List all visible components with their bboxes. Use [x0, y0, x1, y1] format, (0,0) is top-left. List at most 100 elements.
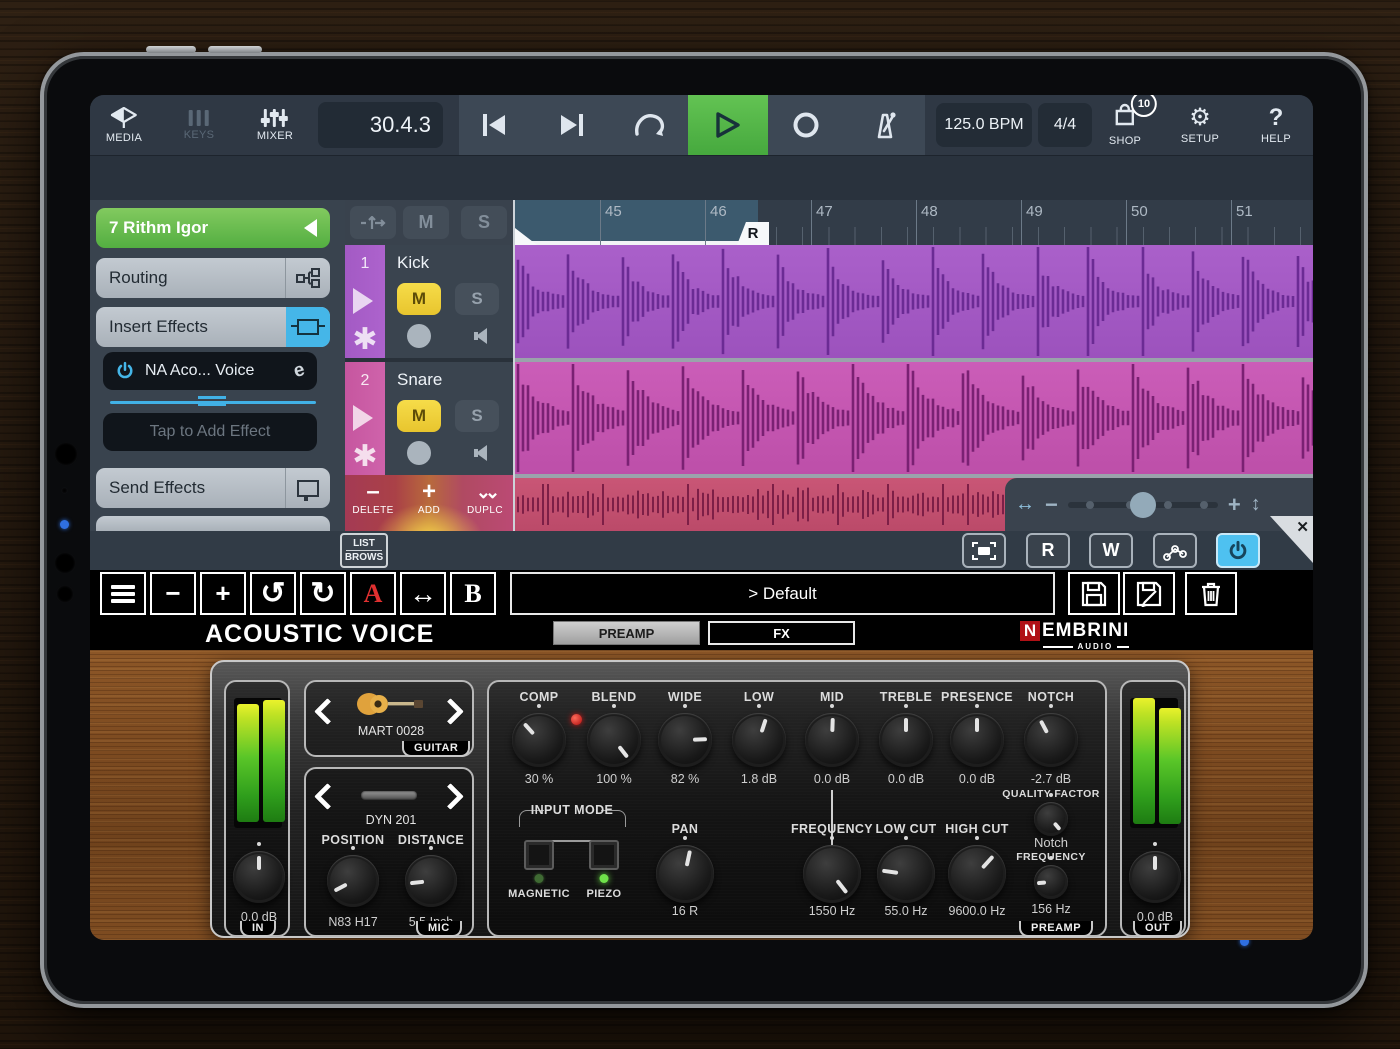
kick-audio-clip[interactable]	[515, 245, 1313, 358]
send-effects-button[interactable]: Send Effects	[96, 468, 330, 508]
preset-next-button[interactable]: +	[200, 572, 246, 615]
notch-quality-knob[interactable]	[1034, 793, 1068, 836]
guitar-prev-button[interactable]	[314, 698, 341, 726]
plugin-menu-button[interactable]	[100, 572, 146, 615]
chevron-right-icon	[437, 783, 464, 810]
blend-knob[interactable]	[587, 704, 641, 767]
master-solo-button[interactable]: S	[461, 206, 507, 239]
mix-slider-handle[interactable]	[198, 396, 226, 399]
delete-track-button[interactable]: – DELETE	[345, 479, 401, 517]
master-mute-button[interactable]: M	[403, 206, 449, 239]
record-circle-icon	[407, 441, 431, 465]
wide-knob[interactable]	[658, 704, 712, 767]
next-section-button[interactable]	[96, 516, 330, 531]
track-play-button[interactable]	[345, 282, 385, 320]
keys-button[interactable]: KEYS	[184, 95, 215, 155]
record-button[interactable]	[792, 95, 820, 155]
zoom-in-button[interactable]: +	[1228, 492, 1241, 518]
monitor-button[interactable]	[455, 437, 499, 469]
automation-curve-button[interactable]	[1153, 533, 1197, 568]
mic-distance-knob[interactable]	[405, 846, 457, 907]
track-play-button[interactable]	[345, 399, 385, 437]
notch-frequency-knob[interactable]	[1034, 856, 1068, 899]
insert-effects-button[interactable]: Insert Effects	[96, 307, 330, 347]
bpm-display[interactable]: 125.0 BPM	[936, 103, 1032, 147]
tab-fx[interactable]: FX	[708, 621, 855, 645]
list-browser-toggle[interactable]: LIST BROWS	[340, 533, 388, 568]
play-icon	[353, 288, 386, 314]
media-button[interactable]: MEDIA	[106, 95, 142, 155]
mid-frequency-knob[interactable]	[803, 836, 861, 903]
save-preset-button[interactable]	[1068, 572, 1120, 615]
guitar-next-button[interactable]	[437, 698, 464, 726]
pan-knob[interactable]	[656, 836, 714, 903]
tab-preamp[interactable]: PREAMP	[553, 621, 700, 645]
timeline-ruler[interactable]: R 45 46 47 48 49 50 51	[515, 200, 1313, 245]
record-arm-button[interactable]	[397, 437, 441, 469]
auto-scroll-button[interactable]	[350, 206, 396, 239]
shop-button[interactable]: 10 SHOP	[1109, 95, 1157, 155]
save-as-preset-button[interactable]	[1123, 572, 1175, 615]
solo-button[interactable]: S	[455, 283, 499, 315]
loop-button[interactable]	[633, 95, 667, 155]
forward-button[interactable]	[557, 95, 587, 155]
ab-swap-button[interactable]: ↔	[400, 572, 446, 615]
presence-knob[interactable]	[950, 704, 1004, 767]
time-display[interactable]: 30.4.3	[318, 102, 443, 148]
mute-button[interactable]: M	[397, 400, 441, 432]
time-signature-display[interactable]: 4/4	[1038, 103, 1092, 147]
comp-knob[interactable]	[512, 704, 566, 767]
effect-power-button[interactable]	[1216, 533, 1260, 568]
track-freeze-button[interactable]: ✱	[345, 437, 385, 475]
plugin-face: 0.0 dB IN MART 0028 GUITAR DYN 201 POSIT…	[210, 660, 1190, 938]
compare-a-button[interactable]: A	[350, 572, 396, 615]
mic-next-button[interactable]	[437, 783, 464, 811]
mic-prev-button[interactable]	[314, 783, 341, 811]
add-track-button[interactable]: + ADD	[401, 479, 457, 517]
effect-slot[interactable]: NA Aco... Voice e	[103, 352, 317, 390]
add-effect-button[interactable]: Tap to Add Effect	[103, 413, 317, 451]
plugin-redo-button[interactable]: ↻	[300, 572, 346, 615]
output-gain-knob[interactable]	[1129, 842, 1181, 903]
mixer-button[interactable]: MIXER	[257, 95, 293, 155]
record-arm-button[interactable]	[397, 320, 441, 352]
high-cut-knob[interactable]	[948, 836, 1006, 903]
track-select-button[interactable]: 7 Rithm Igor	[96, 208, 330, 248]
input-gain-knob[interactable]	[233, 842, 285, 903]
play-button[interactable]	[688, 95, 768, 155]
delete-preset-button[interactable]	[1185, 572, 1237, 615]
mid-knob[interactable]	[805, 704, 859, 767]
zoom-slider-handle[interactable]	[1129, 491, 1156, 518]
mute-button[interactable]: M	[397, 283, 441, 315]
plugin-undo-button[interactable]: ↺	[250, 572, 296, 615]
magnetic-input-button[interactable]	[524, 840, 554, 870]
treble-knob[interactable]	[879, 704, 933, 767]
low-cut-knob[interactable]	[877, 836, 935, 903]
fit-view-button[interactable]	[962, 533, 1006, 568]
preset-display[interactable]: > Default	[510, 572, 1055, 615]
snare-audio-clip[interactable]	[515, 362, 1313, 474]
mic-position-knob[interactable]	[327, 846, 379, 907]
follow-icon	[361, 215, 386, 229]
monitor-button[interactable]	[455, 320, 499, 352]
notch-knob[interactable]	[1024, 704, 1078, 767]
preset-prev-button[interactable]: −	[150, 572, 196, 615]
zoom-out-button[interactable]: −	[1045, 492, 1058, 518]
duplicate-track-button[interactable]: ⌄⌄ DUPLC	[457, 479, 513, 516]
low-knob[interactable]	[732, 704, 786, 767]
help-button[interactable]: ? HELP	[1261, 95, 1291, 155]
rewind-button[interactable]	[479, 95, 509, 155]
metronome-button[interactable]	[869, 95, 899, 155]
compare-b-button[interactable]: B	[450, 572, 496, 615]
solo-button[interactable]: S	[455, 400, 499, 432]
routing-button[interactable]: Routing	[96, 258, 330, 298]
automation-read-button[interactable]: R	[1026, 533, 1070, 568]
track-freeze-button[interactable]: ✱	[345, 320, 385, 358]
zoom-slider[interactable]	[1067, 491, 1218, 518]
plugin-toolbar: − + ↺ ↻ A ↔ B > Default	[90, 570, 1313, 618]
automation-write-button[interactable]: W	[1089, 533, 1133, 568]
guitar-module: MART 0028 GUITAR	[304, 680, 474, 757]
setup-button[interactable]: ⚙ SETUP	[1181, 95, 1219, 155]
vertical-zoom-icon[interactable]: ↕	[1251, 493, 1261, 516]
piezo-input-button[interactable]	[589, 840, 619, 870]
